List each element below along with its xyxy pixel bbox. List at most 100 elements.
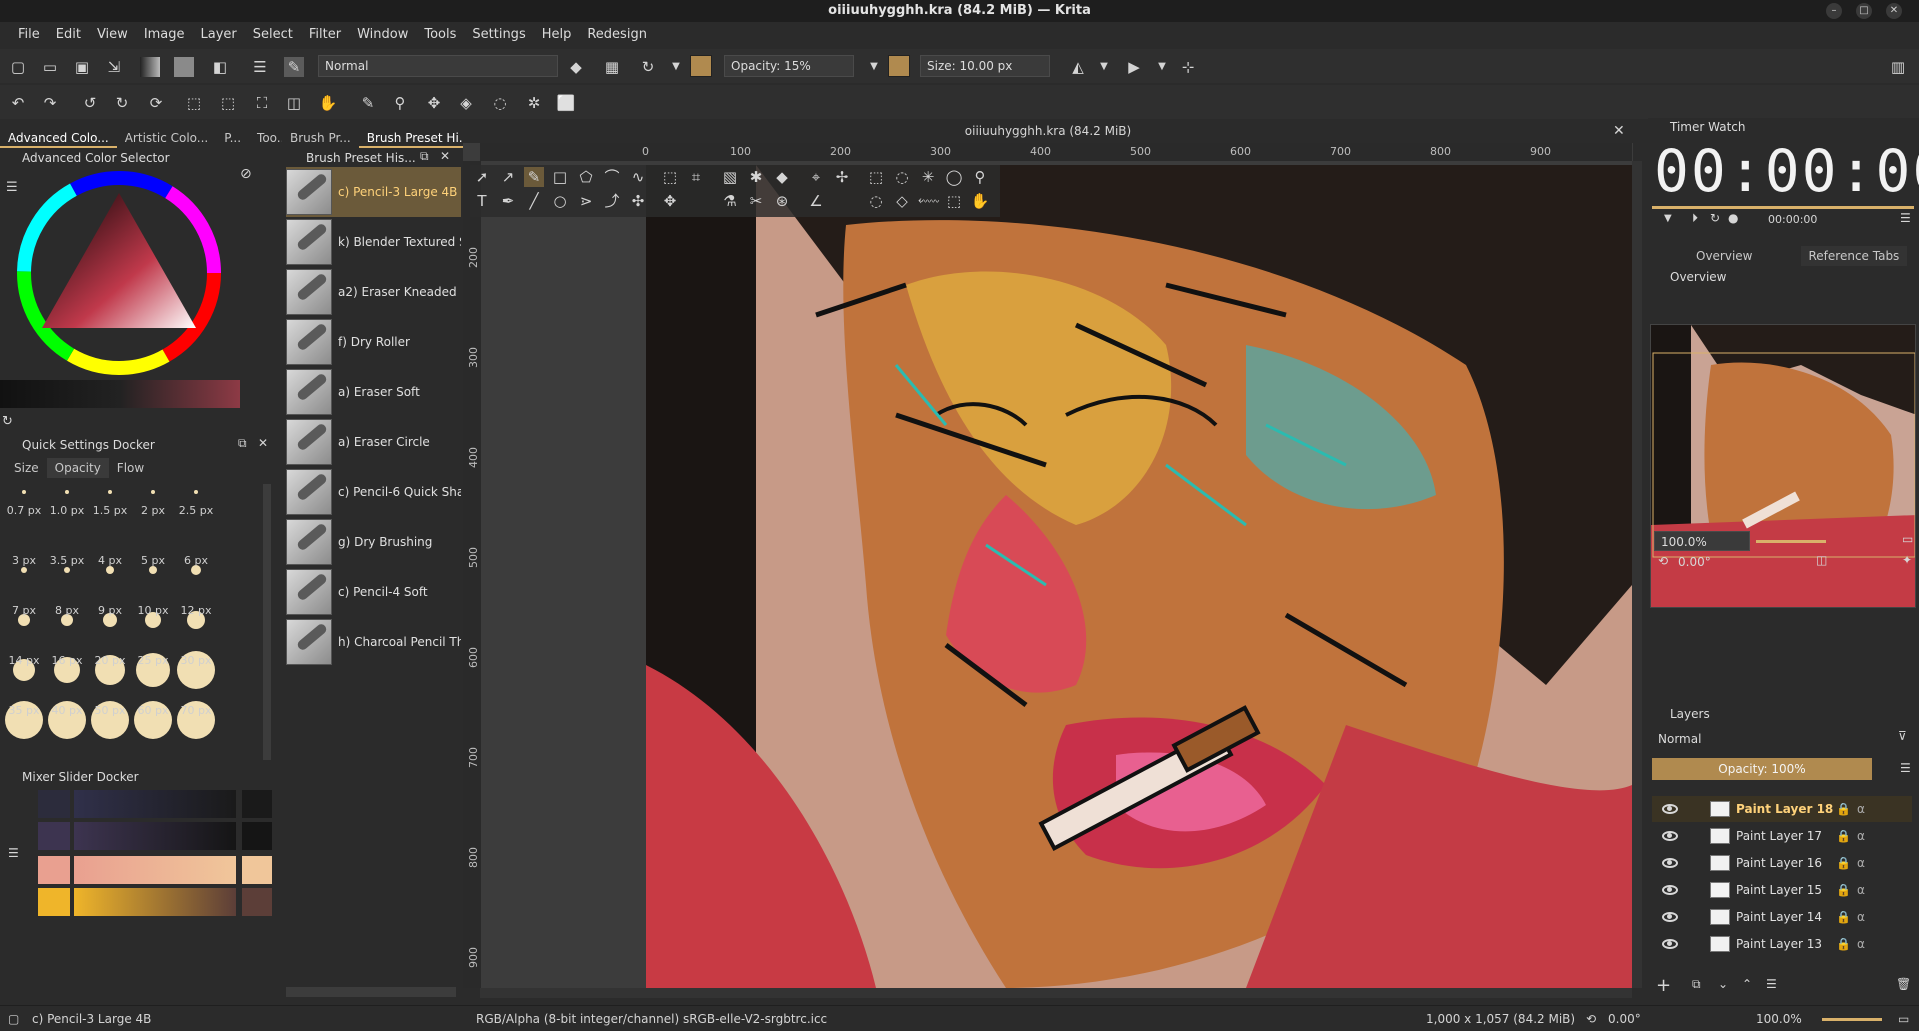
menu-settings[interactable]: Settings (464, 27, 533, 42)
eyedropper-icon[interactable]: ⚲ (390, 93, 410, 113)
layer-row[interactable]: Paint Layer 17 🔒 α (1652, 823, 1912, 849)
brush-preset-item[interactable]: f) Dry Roller (286, 317, 461, 367)
layer-blend-select[interactable]: Normal (1652, 729, 1888, 749)
layer-row[interactable]: Paint Layer 15 🔒 α (1652, 877, 1912, 903)
tab-opacity[interactable]: Opacity (46, 458, 109, 478)
mixer-slider-1[interactable] (74, 790, 236, 818)
eye-icon[interactable] (1662, 912, 1678, 922)
float-docker-icon[interactable]: ⧉ (238, 436, 247, 451)
size-swatch-dot[interactable] (106, 566, 114, 574)
menu-image[interactable]: Image (136, 27, 193, 42)
horizontal-scrollbar[interactable] (480, 988, 1632, 998)
size-label[interactable]: 7 px (2, 604, 46, 617)
duplicate-layer-icon[interactable]: ⧉ (1692, 977, 1701, 992)
color-swatch-2[interactable] (888, 55, 910, 77)
mixer-swatch-4[interactable] (38, 888, 70, 916)
transform-icon[interactable]: ⬜ (556, 93, 576, 113)
magic-wand-icon[interactable]: ✳ (918, 167, 938, 187)
lock-icon[interactable]: 🔒 (1836, 802, 1851, 816)
layer-row[interactable]: Paint Layer 13 🔒 α (1652, 931, 1912, 957)
transform-tool-icon[interactable]: ⬚ (660, 167, 680, 187)
zoom-slider[interactable] (1756, 540, 1826, 543)
open-document-icon[interactable]: ▭ (40, 57, 60, 77)
opacity-slider[interactable]: Opacity: 15% (724, 55, 854, 77)
tab-brush-presets[interactable]: Brush Pr... (282, 128, 359, 148)
mirror-icon[interactable]: ◫ (1816, 553, 1827, 567)
color-history-bar[interactable] (0, 380, 240, 408)
menu-tools[interactable]: Tools (416, 27, 464, 42)
eye-icon[interactable] (1662, 858, 1678, 868)
brush-preset-item[interactable]: c) Pencil-6 Quick Shad (286, 467, 461, 517)
add-layer-icon[interactable]: + (1656, 975, 1671, 996)
tab-overview[interactable]: Overview (1688, 246, 1761, 266)
float-docker-icon[interactable]: ⧉ (420, 149, 429, 164)
size-label[interactable]: 3.5 px (45, 554, 89, 567)
similar-select-icon[interactable]: ✲ (524, 93, 544, 113)
mixer-swatch-3[interactable] (38, 856, 70, 884)
size-swatch-dot[interactable] (65, 490, 69, 494)
mixer-slider-3[interactable] (74, 856, 236, 884)
foreground-background-color-icon[interactable]: ◧ (210, 57, 230, 77)
mirror-vertical-icon[interactable]: ▶ (1124, 57, 1144, 77)
layer-row[interactable]: Paint Layer 16 🔒 α (1652, 850, 1912, 876)
reset-icon[interactable]: ↻ (1710, 211, 1720, 225)
lock-icon[interactable]: 🔒 (1836, 910, 1851, 924)
undo-icon[interactable]: ↶ (8, 93, 28, 113)
select-all-icon[interactable]: ⬚ (184, 93, 204, 113)
brush-preset-item[interactable]: c) Pencil-3 Large 4B (286, 167, 461, 217)
size-label[interactable]: 14 px (2, 654, 46, 667)
brush-preset-item[interactable]: h) Charcoal Pencil Thir (286, 617, 461, 667)
rotate-icon[interactable]: ⟲ (1586, 1012, 1596, 1026)
menu-redesign[interactable]: Redesign (579, 27, 655, 42)
brush-preset-icon[interactable]: ✎ (284, 57, 304, 77)
alpha-icon[interactable]: α (1857, 856, 1865, 870)
gradient-tool-icon[interactable]: ▧ (720, 167, 740, 187)
filter-icon[interactable]: ⊽ (1898, 729, 1907, 743)
lasso-icon[interactable]: ◌ (490, 93, 510, 113)
canvas-painting[interactable] (646, 165, 1632, 988)
size-label[interactable]: 40 px (45, 704, 89, 717)
brush-preset-item[interactable]: g) Dry Brushing (286, 517, 461, 567)
size-slider[interactable]: Size: 10.00 px (920, 55, 1050, 77)
polygon-icon[interactable]: ⬠ (576, 167, 596, 187)
pattern-icon[interactable] (174, 57, 194, 77)
size-swatch-dot[interactable] (108, 490, 112, 494)
color-wheel[interactable] (14, 168, 224, 378)
close-icon[interactable]: ✕ (440, 149, 450, 163)
mixer-swatch-3b[interactable] (242, 856, 272, 884)
brush-preset-item[interactable]: c) Pencil-4 Soft (286, 567, 461, 617)
brush-tool-icon[interactable]: ✎ (358, 93, 378, 113)
size-label[interactable]: 16 px (45, 654, 89, 667)
rotate-left-icon[interactable]: ↺ (80, 93, 100, 113)
alpha-icon[interactable]: α (1857, 883, 1865, 897)
zoom-select[interactable]: 100.0% (1654, 531, 1750, 551)
size-label[interactable]: 4 px (88, 554, 132, 567)
tab-reference[interactable]: Reference Tabs (1800, 246, 1908, 266)
size-label[interactable]: 60 px (131, 704, 175, 717)
move-layer-up-icon[interactable]: ⌃ (1742, 977, 1752, 991)
move-tool-icon[interactable]: ✥ (660, 191, 680, 211)
menu-icon[interactable]: ☰ (1900, 211, 1911, 225)
alpha-icon[interactable]: α (1857, 829, 1865, 843)
chevron-down-icon[interactable]: ▼ (1094, 57, 1114, 77)
tab-size[interactable]: Size (6, 458, 47, 478)
rect-select-icon[interactable]: ⬚ (866, 167, 886, 187)
size-label[interactable]: 9 px (88, 604, 132, 617)
pan-hand-icon[interactable]: ✋ (318, 93, 338, 113)
size-label[interactable]: 12 px (174, 604, 218, 617)
rotate-icon[interactable]: ⟲ (1658, 554, 1668, 568)
brush-settings-icon[interactable]: ☰ (250, 57, 270, 77)
settings-icon[interactable]: ☰ (8, 846, 19, 860)
close-icon[interactable]: ✕ (258, 436, 268, 450)
bezier-select-icon[interactable]: ⬚ (944, 191, 964, 211)
polyline-icon[interactable]: ⋗ (576, 191, 596, 211)
size-swatch-dot[interactable] (64, 567, 70, 573)
size-swatch-dot[interactable] (22, 490, 26, 494)
size-swatch-dot[interactable] (194, 490, 198, 494)
mixer-slider-2[interactable] (74, 822, 236, 850)
menu-view[interactable]: View (89, 27, 136, 42)
size-label[interactable]: 0.7 px (2, 504, 46, 517)
menu-help[interactable]: Help (534, 27, 580, 42)
gradient-icon[interactable] (140, 57, 160, 77)
zoom-icon[interactable]: ⚲ (970, 167, 990, 187)
